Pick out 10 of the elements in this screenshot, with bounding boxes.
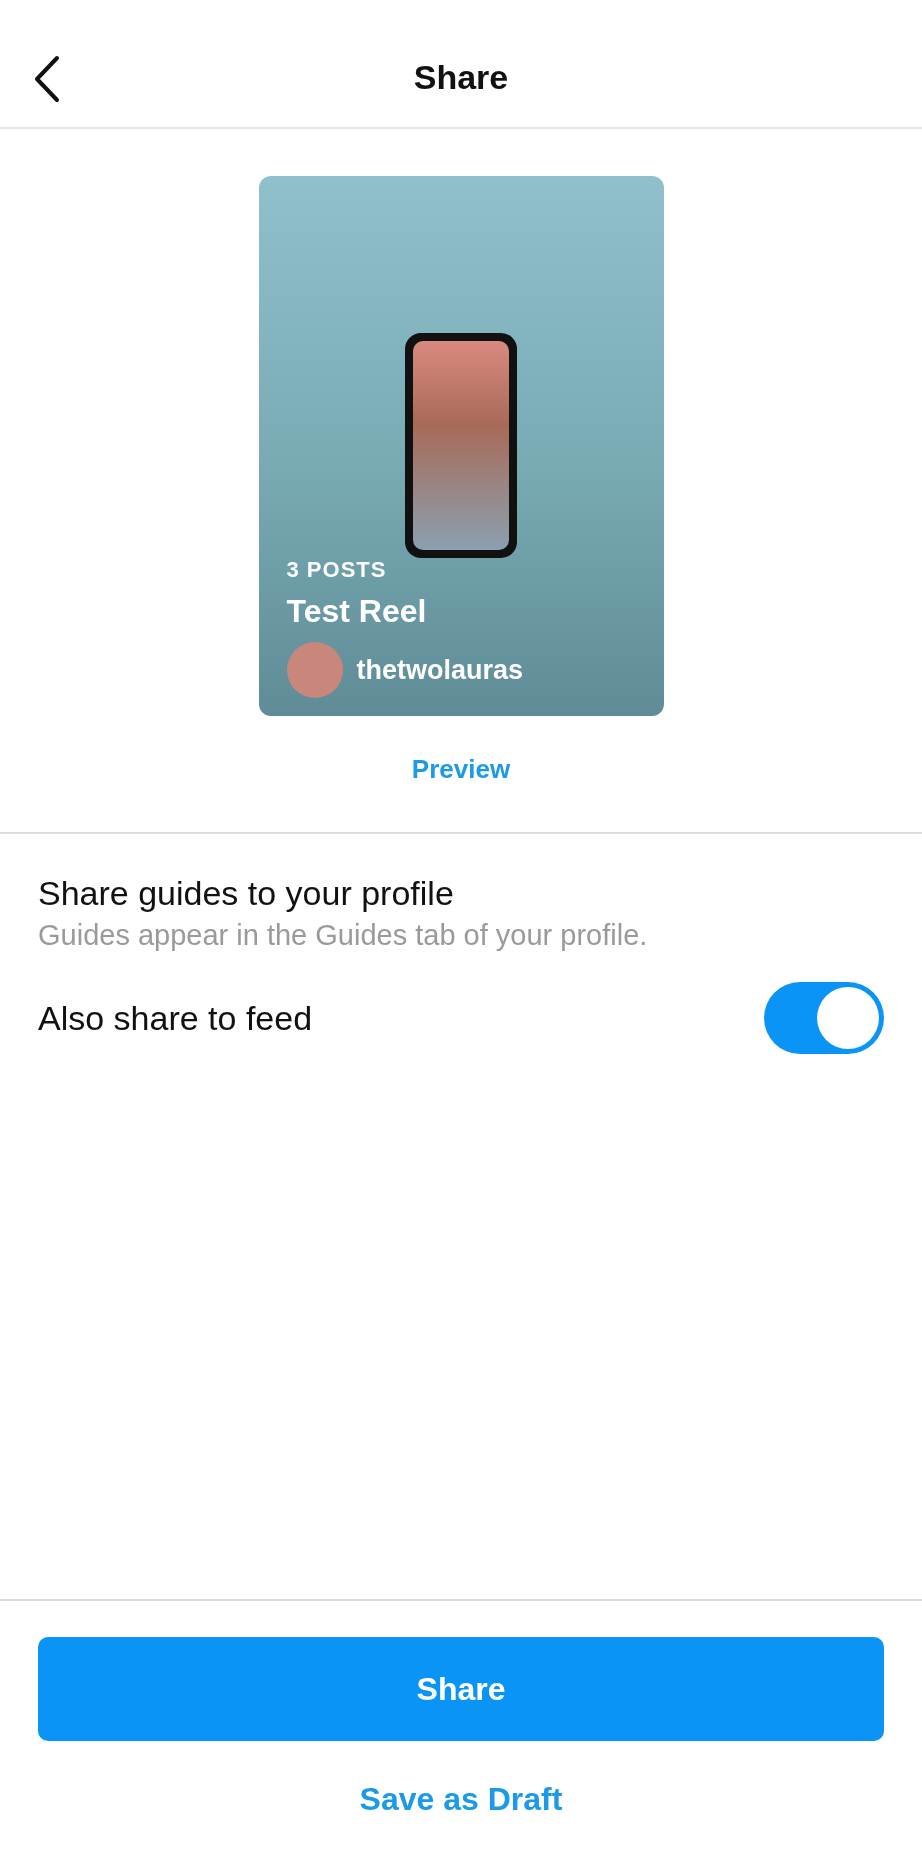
- setting-label: Share guides to your profile: [38, 874, 454, 913]
- save-as-draft-link[interactable]: Save as Draft: [359, 1781, 563, 1818]
- post-count: 3 POSTS: [286, 557, 387, 583]
- setting-label: Also share to feed: [38, 998, 313, 1038]
- share-button[interactable]: Share: [38, 1637, 884, 1741]
- screen-title: Share: [413, 58, 509, 97]
- guide-title: Test Reel: [286, 593, 427, 630]
- username: thetwolauras: [356, 654, 524, 686]
- preview-link[interactable]: Preview: [411, 754, 511, 785]
- setting-description: Guides appear in the Guides tab of your profile.: [38, 919, 648, 952]
